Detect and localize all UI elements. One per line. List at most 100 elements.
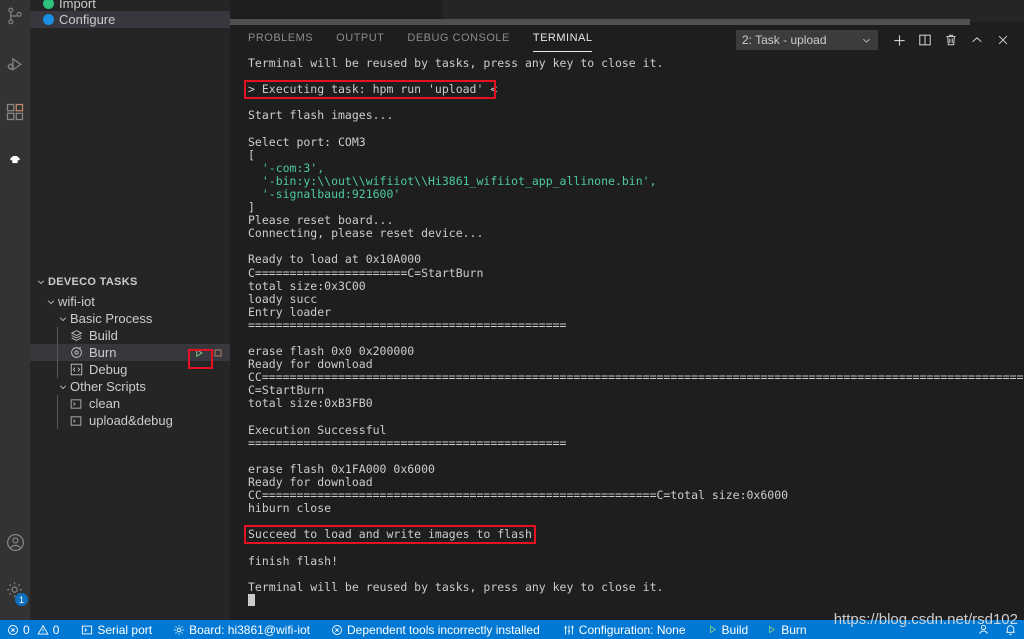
tree-item-other-scripts[interactable]: Other Scripts (30, 378, 230, 395)
deveco-icon[interactable] (0, 136, 30, 184)
burn-label: Burn (781, 622, 807, 637)
chevron-down-icon (861, 35, 872, 46)
play-icon (707, 624, 718, 635)
problems-status[interactable]: 0 0 (0, 620, 66, 639)
tree-item-burn[interactable]: Burn (30, 344, 230, 361)
terminal-line (248, 593, 1024, 607)
run-debug-icon[interactable] (0, 40, 30, 88)
tab-debug-console[interactable]: DEBUG CONSOLE (407, 32, 509, 49)
terminal-line-text: Ready for download (248, 357, 373, 372)
tree-item-basic-process[interactable]: Basic Process (30, 310, 230, 327)
deveco-tasks-tree: wifi-iot Basic Process Build Burn Debug … (30, 293, 230, 429)
sidebar-item-configure[interactable]: Configure (30, 11, 230, 28)
error-count: 0 (23, 622, 30, 637)
status-bar: 0 0 Serial port Board: hi3861@wifi-iot D… (0, 620, 1024, 639)
close-panel-icon[interactable] (990, 27, 1016, 53)
tree-item-debug[interactable]: Debug (30, 361, 230, 378)
accounts-icon[interactable] (0, 518, 30, 566)
warning-icon (37, 624, 49, 636)
terminal-line-text: '-com:3', (248, 160, 325, 175)
tab-output[interactable]: OUTPUT (336, 32, 384, 49)
warning-count: 0 (52, 622, 60, 637)
editor-tab-area-mid[interactable] (442, 0, 1024, 19)
terminal-line-text: C======================C=StartBurn (248, 265, 484, 280)
terminal-line-text: total size:0xB3FB0 (248, 396, 373, 411)
extensions-icon[interactable] (0, 88, 30, 136)
terminal-line-text: C=StartBurn (248, 383, 325, 398)
source-control-icon[interactable] (0, 0, 30, 40)
tree-item-upload-debug[interactable]: upload&debug (30, 412, 230, 429)
terminal-icon (68, 413, 84, 429)
tree-item-clean[interactable]: clean (30, 395, 230, 412)
terminal-line-text: Ready for download (248, 475, 373, 489)
burn-icon (68, 345, 84, 361)
terminal-selector-dropdown[interactable]: 2: Task - upload (736, 30, 878, 50)
terminal-line: loady succ (248, 291, 1024, 306)
serial-port-label: Serial port (97, 622, 153, 637)
tree-item-label: Build (89, 328, 118, 343)
settings-gear-icon[interactable]: 1 (0, 566, 30, 614)
sidebar-item-label: Import (59, 0, 96, 11)
terminal-line-text: Start flash images... (248, 108, 394, 123)
terminal-line: > Executing task: hpm run 'upload' < (244, 80, 1024, 100)
configure-dot-icon (43, 14, 54, 25)
board-status[interactable]: Board: hi3861@wifi-iot (166, 620, 317, 639)
terminal-line-text: CC======================================… (248, 488, 789, 503)
deveco-tasks-section-header[interactable]: DEVECO TASKS (30, 271, 230, 293)
terminal-line-text: ========================================… (248, 435, 567, 450)
terminal-line-text: Terminal will be reused by tasks, press … (248, 579, 664, 594)
editor-tab-area-left[interactable] (230, 0, 442, 19)
terminal-line-text: Please reset board... (248, 213, 394, 228)
account-icon (977, 623, 990, 636)
sidebar-item-import[interactable]: Import (30, 0, 230, 11)
terminal-line-text: Execution Successful (248, 422, 387, 437)
build-status[interactable]: Build (700, 620, 756, 639)
terminal-box-icon (81, 624, 93, 636)
terminal-line-text: erase flash 0x0 0x200000 (248, 344, 415, 359)
terminal-line: total size:0xB3FB0 (248, 397, 1024, 410)
serial-port-status[interactable]: Serial port (74, 620, 159, 639)
sidebar: Import Configure DEVECO TASKS wifi-iot B… (30, 0, 230, 620)
tab-problems[interactable]: PROBLEMS (248, 32, 313, 49)
configuration-status[interactable]: Configuration: None (556, 620, 693, 639)
terminal-line: Terminal will be reused by tasks, press … (248, 56, 1024, 70)
notifications-status[interactable] (997, 620, 1024, 639)
panel-actions: 2: Task - upload (736, 25, 1016, 55)
dependent-tools-label: Dependent tools incorrectly installed (347, 622, 540, 637)
error-icon (7, 624, 19, 636)
terminal-line: CC======================================… (248, 489, 1024, 502)
terminal-line: [ (248, 148, 1024, 162)
terminal-line: ========================================… (248, 317, 1024, 332)
maximize-panel-icon[interactable] (964, 27, 990, 53)
terminal-highlight-box (244, 80, 497, 100)
stop-task-icon[interactable] (212, 347, 224, 359)
terminal-line-text: Connecting, please reset device... (248, 226, 484, 241)
code-icon (68, 362, 84, 378)
kill-terminal-icon[interactable] (938, 27, 964, 53)
status-bar-right (970, 620, 1024, 639)
run-task-icon[interactable] (193, 347, 205, 359)
terminal-line-text: ] (248, 200, 255, 215)
terminal-output[interactable]: Terminal will be reused by tasks, press … (230, 55, 1024, 620)
terminal-line-text: loady succ (248, 291, 318, 306)
bell-icon (1004, 623, 1017, 636)
split-terminal-icon[interactable] (912, 27, 938, 53)
remote-status[interactable] (970, 620, 997, 639)
terminal-line-text: ========================================… (248, 317, 567, 332)
burn-status[interactable]: Burn (759, 620, 813, 639)
terminal-line-text: hiburn close (248, 501, 332, 516)
terminal-line: Terminal will be reused by tasks, press … (248, 579, 1024, 594)
terminal-line-text: erase flash 0x1FA000 0x6000 (248, 461, 435, 476)
tree-item-label: clean (89, 396, 121, 411)
new-terminal-icon[interactable] (886, 27, 912, 53)
terminal-line: Start flash images... (248, 109, 1024, 122)
settings-badge: 1 (15, 593, 28, 606)
tree-item-build[interactable]: Build (30, 327, 230, 344)
chevron-down-icon (34, 277, 48, 287)
tree-item-wifi-iot[interactable]: wifi-iot (30, 293, 230, 310)
dependent-tools-status[interactable]: Dependent tools incorrectly installed (324, 620, 547, 639)
tree-row-actions (193, 344, 224, 361)
terminal-icon (68, 396, 84, 412)
terminal-line-text: '-signalbaud:921600' (248, 186, 401, 201)
tab-terminal[interactable]: TERMINAL (532, 32, 593, 52)
